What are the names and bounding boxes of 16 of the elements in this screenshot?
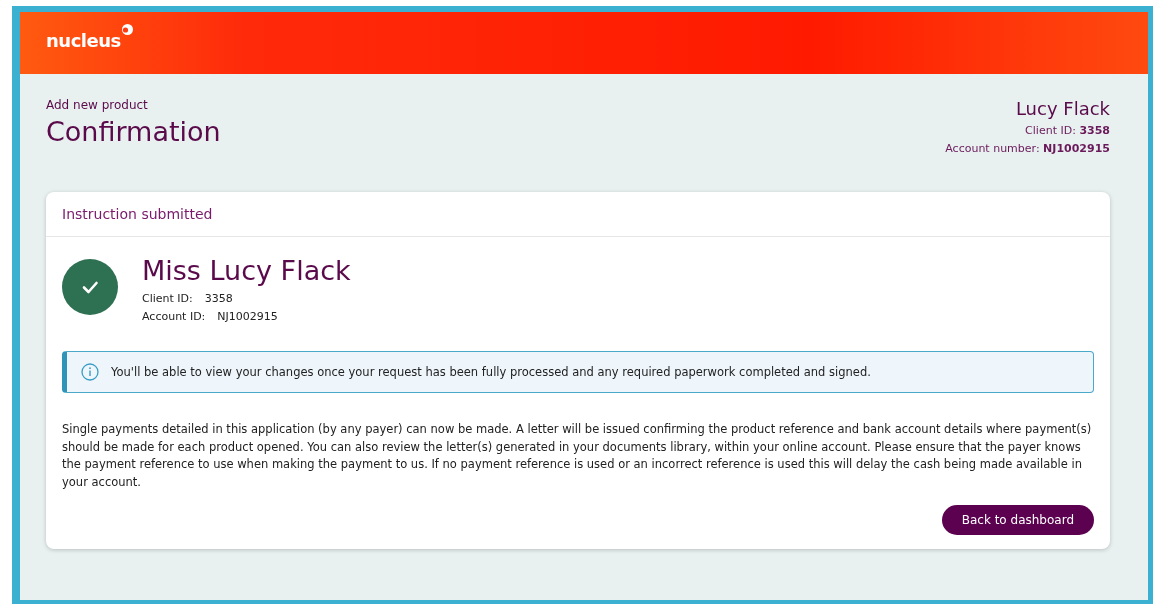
client-name: Lucy Flack <box>1015 98 1110 119</box>
customer-name: Miss Lucy Flack <box>142 255 351 287</box>
page-title: Confirmation <box>46 116 221 147</box>
card-heading: Instruction submitted <box>62 206 213 222</box>
payment-notice: Single payments detailed in this application (by any payer) can now be made. A letter will be issued confirming the product reference and bank account details where payment(s) should be made for each product opened. You can also review the letter(s) generated in your documents library, within your online account. Please ensure that the payer knows the payment reference to use when making the payment to us. If no payment reference is used or an incorrect reference is used this will delay the cash being made available in your account. <box>62 421 1093 491</box>
client-id: Client ID: 3358 <box>1025 123 1110 139</box>
back-to-dashboard-button[interactable]: Back to dashboard <box>941 505 1094 535</box>
info-message: You'll be able to view your changes once your request has been fully processed and any required paperwork completed and signed. <box>111 365 871 379</box>
detail-value: 3358 <box>204 292 233 305</box>
breadcrumb: Add new product <box>46 98 149 112</box>
detail-label: Account ID: <box>142 310 206 323</box>
logo-dot-icon <box>121 24 133 35</box>
detail-value: NJ1002915 <box>217 310 278 323</box>
detail-label: Client ID: <box>142 292 193 305</box>
info-icon <box>81 363 99 381</box>
account-number: Account number: NJ1002915 <box>945 141 1110 157</box>
